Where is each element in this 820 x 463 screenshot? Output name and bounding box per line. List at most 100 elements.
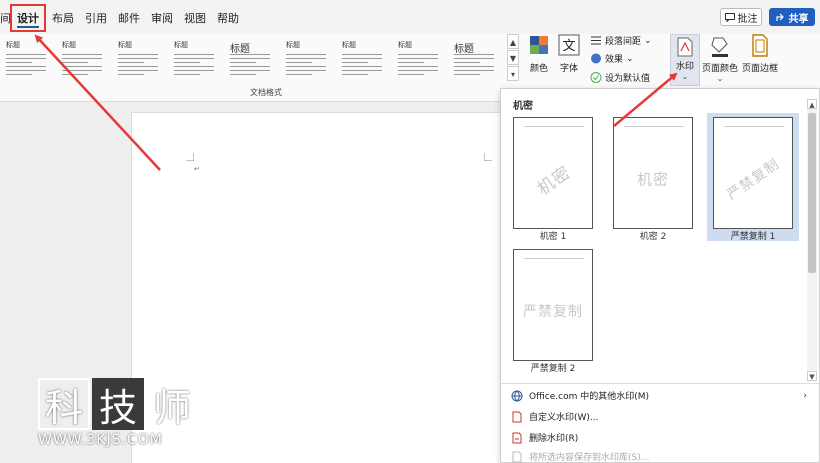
tab-review[interactable]: 审阅 bbox=[151, 10, 173, 26]
style-preview-line bbox=[118, 62, 144, 63]
style-preview-line bbox=[118, 54, 158, 55]
dropdown-scrollbar[interactable]: ▲ ▼ bbox=[807, 99, 817, 381]
effects-icon bbox=[591, 53, 601, 64]
style-set-thumbnail[interactable]: 标题 bbox=[228, 38, 274, 82]
menu-item-remove-watermark[interactable]: 删除水印(R) bbox=[511, 431, 811, 444]
document-icon bbox=[512, 411, 522, 422]
tab-references[interactable]: 引用 bbox=[85, 10, 107, 26]
header-line bbox=[724, 126, 784, 127]
watermark-preview-text: 严禁复制 bbox=[724, 155, 783, 204]
style-preview-line bbox=[174, 62, 200, 63]
gallery-scroll-controls: ▲ ▼ ▾ bbox=[507, 34, 519, 82]
fonts-button[interactable]: 文 字体 bbox=[556, 34, 582, 74]
gallery-up-arrow-icon[interactable]: ▲ bbox=[507, 34, 519, 49]
style-set-title: 标题 bbox=[230, 44, 250, 55]
page-color-button[interactable]: 页面颜色 ⌄ bbox=[702, 34, 738, 83]
logo-char: 师 bbox=[146, 378, 198, 430]
style-preview-line bbox=[342, 74, 368, 75]
tab-view[interactable]: 视图 bbox=[184, 10, 206, 26]
style-set-thumbnail[interactable]: 标题 bbox=[452, 38, 498, 82]
svg-text:文: 文 bbox=[562, 39, 575, 54]
style-preview-line bbox=[342, 70, 382, 71]
section-header-confidential: 机密 bbox=[513, 101, 533, 112]
style-preview-line bbox=[174, 74, 200, 75]
style-preview-line bbox=[454, 70, 494, 71]
scrollbar-thumb[interactable] bbox=[808, 113, 816, 273]
gallery-down-arrow-icon[interactable]: ▼ bbox=[507, 50, 519, 65]
page-border-icon bbox=[752, 34, 768, 57]
paragraph-spacing-label: 段落间距 bbox=[605, 37, 642, 47]
colors-button[interactable]: 颜色 bbox=[526, 34, 552, 74]
style-preview-line bbox=[6, 74, 32, 75]
chevron-down-icon: ⌄ bbox=[644, 35, 652, 46]
style-set-thumbnail[interactable]: 标题 bbox=[396, 38, 442, 82]
chevron-right-icon: › bbox=[803, 390, 807, 401]
gallery-more-icon[interactable]: ▾ bbox=[507, 66, 519, 81]
watermark-option-confidential-2[interactable]: 机密 机密 2 bbox=[607, 113, 699, 242]
style-preview-line bbox=[230, 74, 256, 75]
watermark-option-caption: 严禁复制 2 bbox=[530, 364, 576, 374]
page-borders-button[interactable]: 页面边框 bbox=[741, 34, 779, 74]
watermark-option-confidential-1[interactable]: 机密 机密 1 bbox=[507, 113, 599, 242]
style-preview-line bbox=[174, 54, 214, 55]
set-as-default-button[interactable]: 设为默认值 bbox=[590, 71, 650, 84]
style-preview-line bbox=[174, 66, 214, 67]
tab-mailings[interactable]: 邮件 bbox=[118, 10, 140, 26]
watermark-option-caption: 机密 2 bbox=[639, 232, 667, 242]
style-set-thumbnail[interactable]: 标题 bbox=[60, 38, 106, 82]
set-as-default-label: 设为默认值 bbox=[605, 74, 651, 84]
scroll-up-arrow-icon[interactable]: ▲ bbox=[807, 99, 817, 109]
chevron-down-icon: ⌄ bbox=[716, 74, 724, 83]
style-set-thumbnail[interactable]: 标题 bbox=[284, 38, 330, 82]
style-set-thumbnail[interactable]: 标题 bbox=[116, 38, 162, 82]
tab-help[interactable]: 帮助 bbox=[217, 10, 239, 26]
style-set-title: 标题 bbox=[6, 41, 20, 49]
tab-layout[interactable]: 布局 bbox=[52, 10, 74, 26]
logo-url: WWW.3KJS.COM bbox=[38, 432, 163, 448]
style-preview-line bbox=[62, 70, 102, 71]
page-borders-label: 页面边框 bbox=[741, 64, 778, 74]
watermark-dropdown: 机密 机密 机密 1 机密 机密 2 严禁复制 严禁复制 1 严禁复制 严禁复制… bbox=[500, 88, 820, 463]
effects-label: 效果 bbox=[605, 55, 624, 65]
style-set-thumbnail[interactable]: 标题 bbox=[4, 38, 50, 82]
colors-label: 颜色 bbox=[529, 64, 548, 74]
style-set-title: 标题 bbox=[62, 41, 76, 49]
style-preview-line bbox=[286, 70, 326, 71]
effects-button[interactable]: 效果 ⌄ bbox=[590, 52, 634, 65]
style-preview-line bbox=[454, 58, 494, 59]
watermark-option-no-copy-1[interactable]: 严禁复制 严禁复制 1 bbox=[707, 113, 799, 242]
style-preview-line bbox=[342, 54, 382, 55]
highlight-box-design-tab bbox=[10, 4, 46, 32]
style-set-title: 标题 bbox=[342, 41, 356, 49]
share-button[interactable]: 共享 bbox=[769, 8, 815, 26]
word-window: 间 设计 布局 引用 邮件 审阅 视图 帮助 批注 共享 标题 标题 标题 标题 标题 标… bbox=[0, 0, 820, 463]
paragraph-spacing-icon bbox=[591, 36, 601, 45]
menu-item-label: 自定义水印(W)... bbox=[529, 413, 599, 423]
menu-item-save-to-gallery: 将所选内容保存到水印库(S)... bbox=[511, 450, 811, 463]
menu-item-label: 将所选内容保存到水印库(S)... bbox=[529, 453, 650, 463]
style-preview-line bbox=[6, 66, 46, 67]
menu-item-custom-watermark[interactable]: 自定义水印(W)... bbox=[511, 410, 811, 423]
watermark-preview-page: 严禁复制 bbox=[513, 249, 593, 361]
watermark-preview-text: 严禁复制 bbox=[523, 303, 583, 320]
comments-button[interactable]: 批注 bbox=[720, 8, 762, 26]
watermark-preview-text: 机密 bbox=[533, 162, 575, 200]
menu-separator bbox=[501, 383, 820, 384]
style-preview-line bbox=[286, 62, 312, 63]
menu-item-label: Office.com 中的其他水印(M) bbox=[529, 392, 650, 402]
watermark-preview-text: 机密 bbox=[636, 170, 670, 188]
style-set-thumbnail[interactable]: 标题 bbox=[172, 38, 218, 82]
style-preview-line bbox=[454, 74, 480, 75]
style-preview-line bbox=[342, 66, 382, 67]
style-preview-line bbox=[230, 62, 256, 63]
paragraph-spacing-button[interactable]: 段落间距 ⌄ bbox=[590, 34, 652, 47]
watermark-button[interactable]: 水印 ⌄ bbox=[670, 34, 700, 86]
style-preview-line bbox=[454, 62, 480, 63]
style-preview-line bbox=[230, 58, 270, 59]
menu-item-more-watermarks[interactable]: Office.com 中的其他水印(M) › bbox=[511, 389, 811, 402]
watermark-option-no-copy-2[interactable]: 严禁复制 严禁复制 2 bbox=[507, 245, 599, 374]
style-set-thumbnail[interactable]: 标题 bbox=[340, 38, 386, 82]
scroll-down-arrow-icon[interactable]: ▼ bbox=[807, 371, 817, 381]
style-preview-line bbox=[342, 58, 382, 59]
document-formatting-group-label: 文档格式 bbox=[250, 88, 282, 97]
